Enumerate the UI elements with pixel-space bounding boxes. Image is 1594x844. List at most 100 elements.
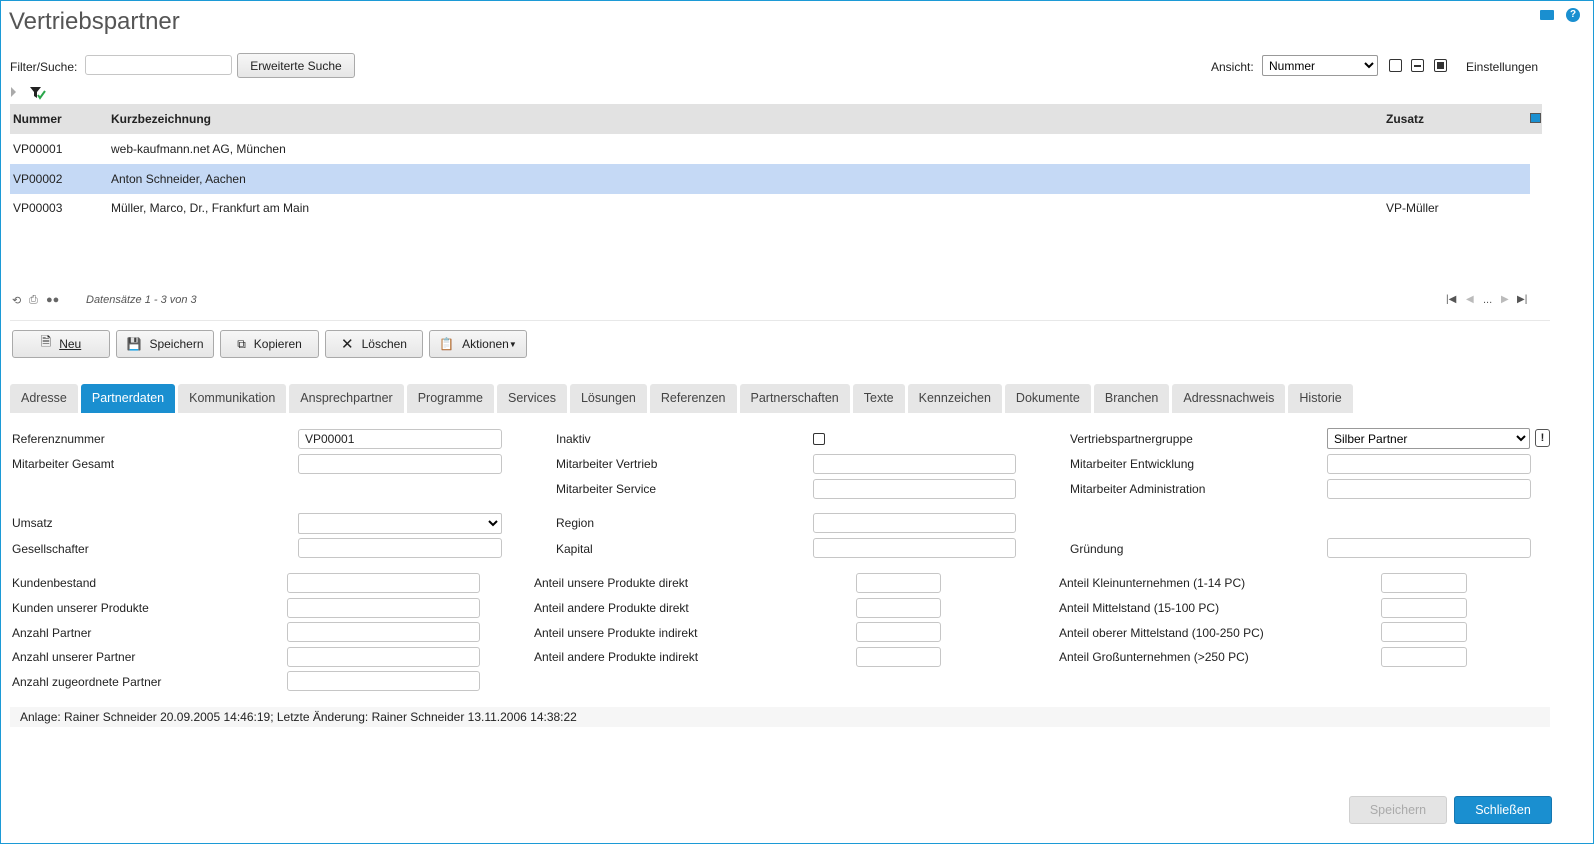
- vertriebspartnergruppe-select[interactable]: Silber Partner: [1327, 428, 1530, 449]
- region-label: Region: [556, 516, 595, 530]
- pager-last-icon[interactable]: ▶|: [1517, 294, 1527, 305]
- anteil-klein-field[interactable]: [1381, 573, 1467, 593]
- tab-branchen[interactable]: Branchen: [1093, 384, 1170, 413]
- pager-next-icon[interactable]: ▶: [1501, 294, 1509, 305]
- kapital-field[interactable]: [813, 538, 1016, 558]
- delete-button[interactable]: ✕ Löschen: [325, 330, 423, 358]
- tab-ansprechpartner[interactable]: Ansprechpartner: [289, 384, 404, 413]
- mitarbeiter-administration-field[interactable]: [1327, 479, 1531, 499]
- column-header-zusatz[interactable]: Zusatz: [1386, 104, 1424, 134]
- table-row[interactable]: VP00003 Müller, Marco, Dr., Frankfurt am…: [10, 193, 1530, 223]
- mitarbeiter-entwicklung-label: Mitarbeiter Entwicklung: [1070, 457, 1195, 471]
- close-icon: ✕: [341, 336, 354, 353]
- mail-icon[interactable]: [1540, 10, 1554, 20]
- vertriebspartnergruppe-label: Vertriebspartnergruppe: [1070, 432, 1193, 446]
- view-split-icon[interactable]: [1411, 59, 1424, 72]
- refresh-icon[interactable]: ⟲: [12, 294, 21, 307]
- cell-nummer: VP00002: [13, 172, 63, 186]
- column-header-kurzbezeichnung[interactable]: Kurzbezeichnung: [111, 104, 211, 134]
- tab-adresse[interactable]: Adresse: [10, 384, 78, 413]
- gesellschafter-field[interactable]: [298, 538, 502, 558]
- pager-first-icon[interactable]: |◀: [1446, 294, 1456, 305]
- copy-label: Kopieren: [253, 337, 302, 351]
- filter-label: Filter/Suche:: [10, 60, 78, 74]
- tab-kennzeichen[interactable]: Kennzeichen: [907, 384, 1002, 413]
- clipboard-icon: 📋: [439, 337, 455, 351]
- mitarbeiter-entwicklung-field[interactable]: [1327, 454, 1531, 474]
- tab-adressnachweis[interactable]: Adressnachweis: [1172, 384, 1286, 413]
- anteil-gross-label: Anteil Großunternehmen (>250 PC): [1059, 650, 1249, 664]
- anteil-mittel-label: Anteil Mittelstand (15-100 PC): [1059, 601, 1220, 615]
- kundenbestand-label: Kundenbestand: [12, 576, 97, 590]
- pager-prev-icon[interactable]: ◀: [1466, 294, 1474, 305]
- kapital-label: Kapital: [556, 542, 593, 556]
- anteil-unsere-direkt-label: Anteil unsere Produkte direkt: [534, 576, 689, 590]
- gruendung-label: Gründung: [1070, 542, 1124, 556]
- warning-icon[interactable]: !: [1535, 429, 1550, 447]
- tab-historie[interactable]: Historie: [1288, 384, 1353, 413]
- save-button[interactable]: 💾 Speichern: [116, 330, 214, 358]
- close-button[interactable]: Schließen: [1454, 796, 1552, 824]
- table-row-selected[interactable]: VP00002 Anton Schneider, Aachen: [10, 164, 1530, 194]
- filter-active-icon[interactable]: [30, 86, 46, 100]
- kundenbestand-field[interactable]: [287, 573, 480, 593]
- table-row[interactable]: VP00001 web-kaufmann.net AG, München: [10, 134, 1530, 164]
- gesellschafter-label: Gesellschafter: [12, 542, 89, 556]
- tab-loesungen[interactable]: Lösungen: [569, 384, 647, 413]
- tab-programme[interactable]: Programme: [406, 384, 495, 413]
- view-select[interactable]: Nummer: [1262, 55, 1378, 76]
- expand-arrow-icon[interactable]: [11, 87, 16, 97]
- export-icon[interactable]: ●●: [46, 294, 59, 306]
- anteil-klein-label: Anteil Kleinunternehmen (1-14 PC): [1059, 576, 1246, 590]
- anteil-unsere-indirekt-field[interactable]: [856, 622, 941, 642]
- kunden-unserer-produkte-label: Kunden unserer Produkte: [12, 601, 149, 615]
- inaktiv-checkbox[interactable]: [813, 433, 825, 445]
- anzahl-zugeordnete-partner-field[interactable]: [287, 671, 480, 691]
- umsatz-label: Umsatz: [12, 516, 53, 530]
- mitarbeiter-vertrieb-label: Mitarbeiter Vertrieb: [556, 457, 658, 471]
- help-icon[interactable]: ?: [1566, 8, 1580, 22]
- extended-search-button[interactable]: Erweiterte Suche: [237, 53, 355, 78]
- delete-label: Löschen: [361, 337, 407, 351]
- anteil-gross-field[interactable]: [1381, 647, 1467, 667]
- anteil-unsere-indirekt-label: Anteil unsere Produkte indirekt: [534, 626, 698, 640]
- tab-texte[interactable]: Texte: [852, 384, 905, 413]
- column-chooser-icon[interactable]: [1530, 113, 1541, 123]
- anteil-mittel-field[interactable]: [1381, 598, 1467, 618]
- anteil-andere-indirekt-field[interactable]: [856, 647, 941, 667]
- print-icon[interactable]: ⎙: [29, 294, 38, 307]
- top-icons: ?: [1540, 8, 1580, 22]
- mitarbeiter-vertrieb-field[interactable]: [813, 454, 1016, 474]
- mitarbeiter-service-field[interactable]: [813, 479, 1016, 499]
- anteil-oberer-mittel-field[interactable]: [1381, 622, 1467, 642]
- region-field[interactable]: [813, 513, 1016, 533]
- view-single-icon[interactable]: [1389, 59, 1402, 72]
- divider: [10, 320, 1550, 321]
- anteil-andere-direkt-field[interactable]: [856, 598, 941, 618]
- column-header-nummer[interactable]: Nummer: [13, 104, 62, 134]
- actions-button[interactable]: 📋 Aktionen ▼: [429, 330, 527, 358]
- settings-link[interactable]: Einstellungen: [1466, 60, 1538, 74]
- tab-services[interactable]: Services: [497, 384, 567, 413]
- kunden-unserer-produkte-field[interactable]: [287, 598, 480, 618]
- umsatz-select[interactable]: [298, 513, 502, 534]
- anzahl-zugeordnete-partner-label: Anzahl zugeordnete Partner: [12, 675, 162, 689]
- new-button[interactable]: 🗎 Neu: [12, 330, 110, 358]
- filter-search-input[interactable]: [85, 55, 232, 75]
- tab-partnerdaten[interactable]: Partnerdaten: [80, 384, 176, 413]
- tab-dokumente[interactable]: Dokumente: [1004, 384, 1091, 413]
- referenznummer-field[interactable]: VP00001: [298, 429, 502, 449]
- anzahl-unserer-partner-field[interactable]: [287, 647, 480, 667]
- anteil-andere-direkt-label: Anteil andere Produkte direkt: [534, 601, 689, 615]
- tab-partnerschaften[interactable]: Partnerschaften: [739, 384, 850, 413]
- gruendung-field[interactable]: [1327, 538, 1531, 558]
- bottom-save-button[interactable]: Speichern: [1349, 796, 1447, 824]
- copy-button[interactable]: ⧉ Kopieren: [220, 330, 319, 358]
- tab-kommunikation[interactable]: Kommunikation: [178, 384, 287, 413]
- tab-referenzen[interactable]: Referenzen: [649, 384, 737, 413]
- mitarbeiter-gesamt-field[interactable]: [298, 454, 502, 474]
- anteil-unsere-direkt-field[interactable]: [856, 573, 941, 593]
- page-title: Vertriebspartner: [9, 8, 180, 35]
- view-full-icon[interactable]: [1434, 59, 1447, 72]
- anzahl-partner-field[interactable]: [287, 622, 480, 642]
